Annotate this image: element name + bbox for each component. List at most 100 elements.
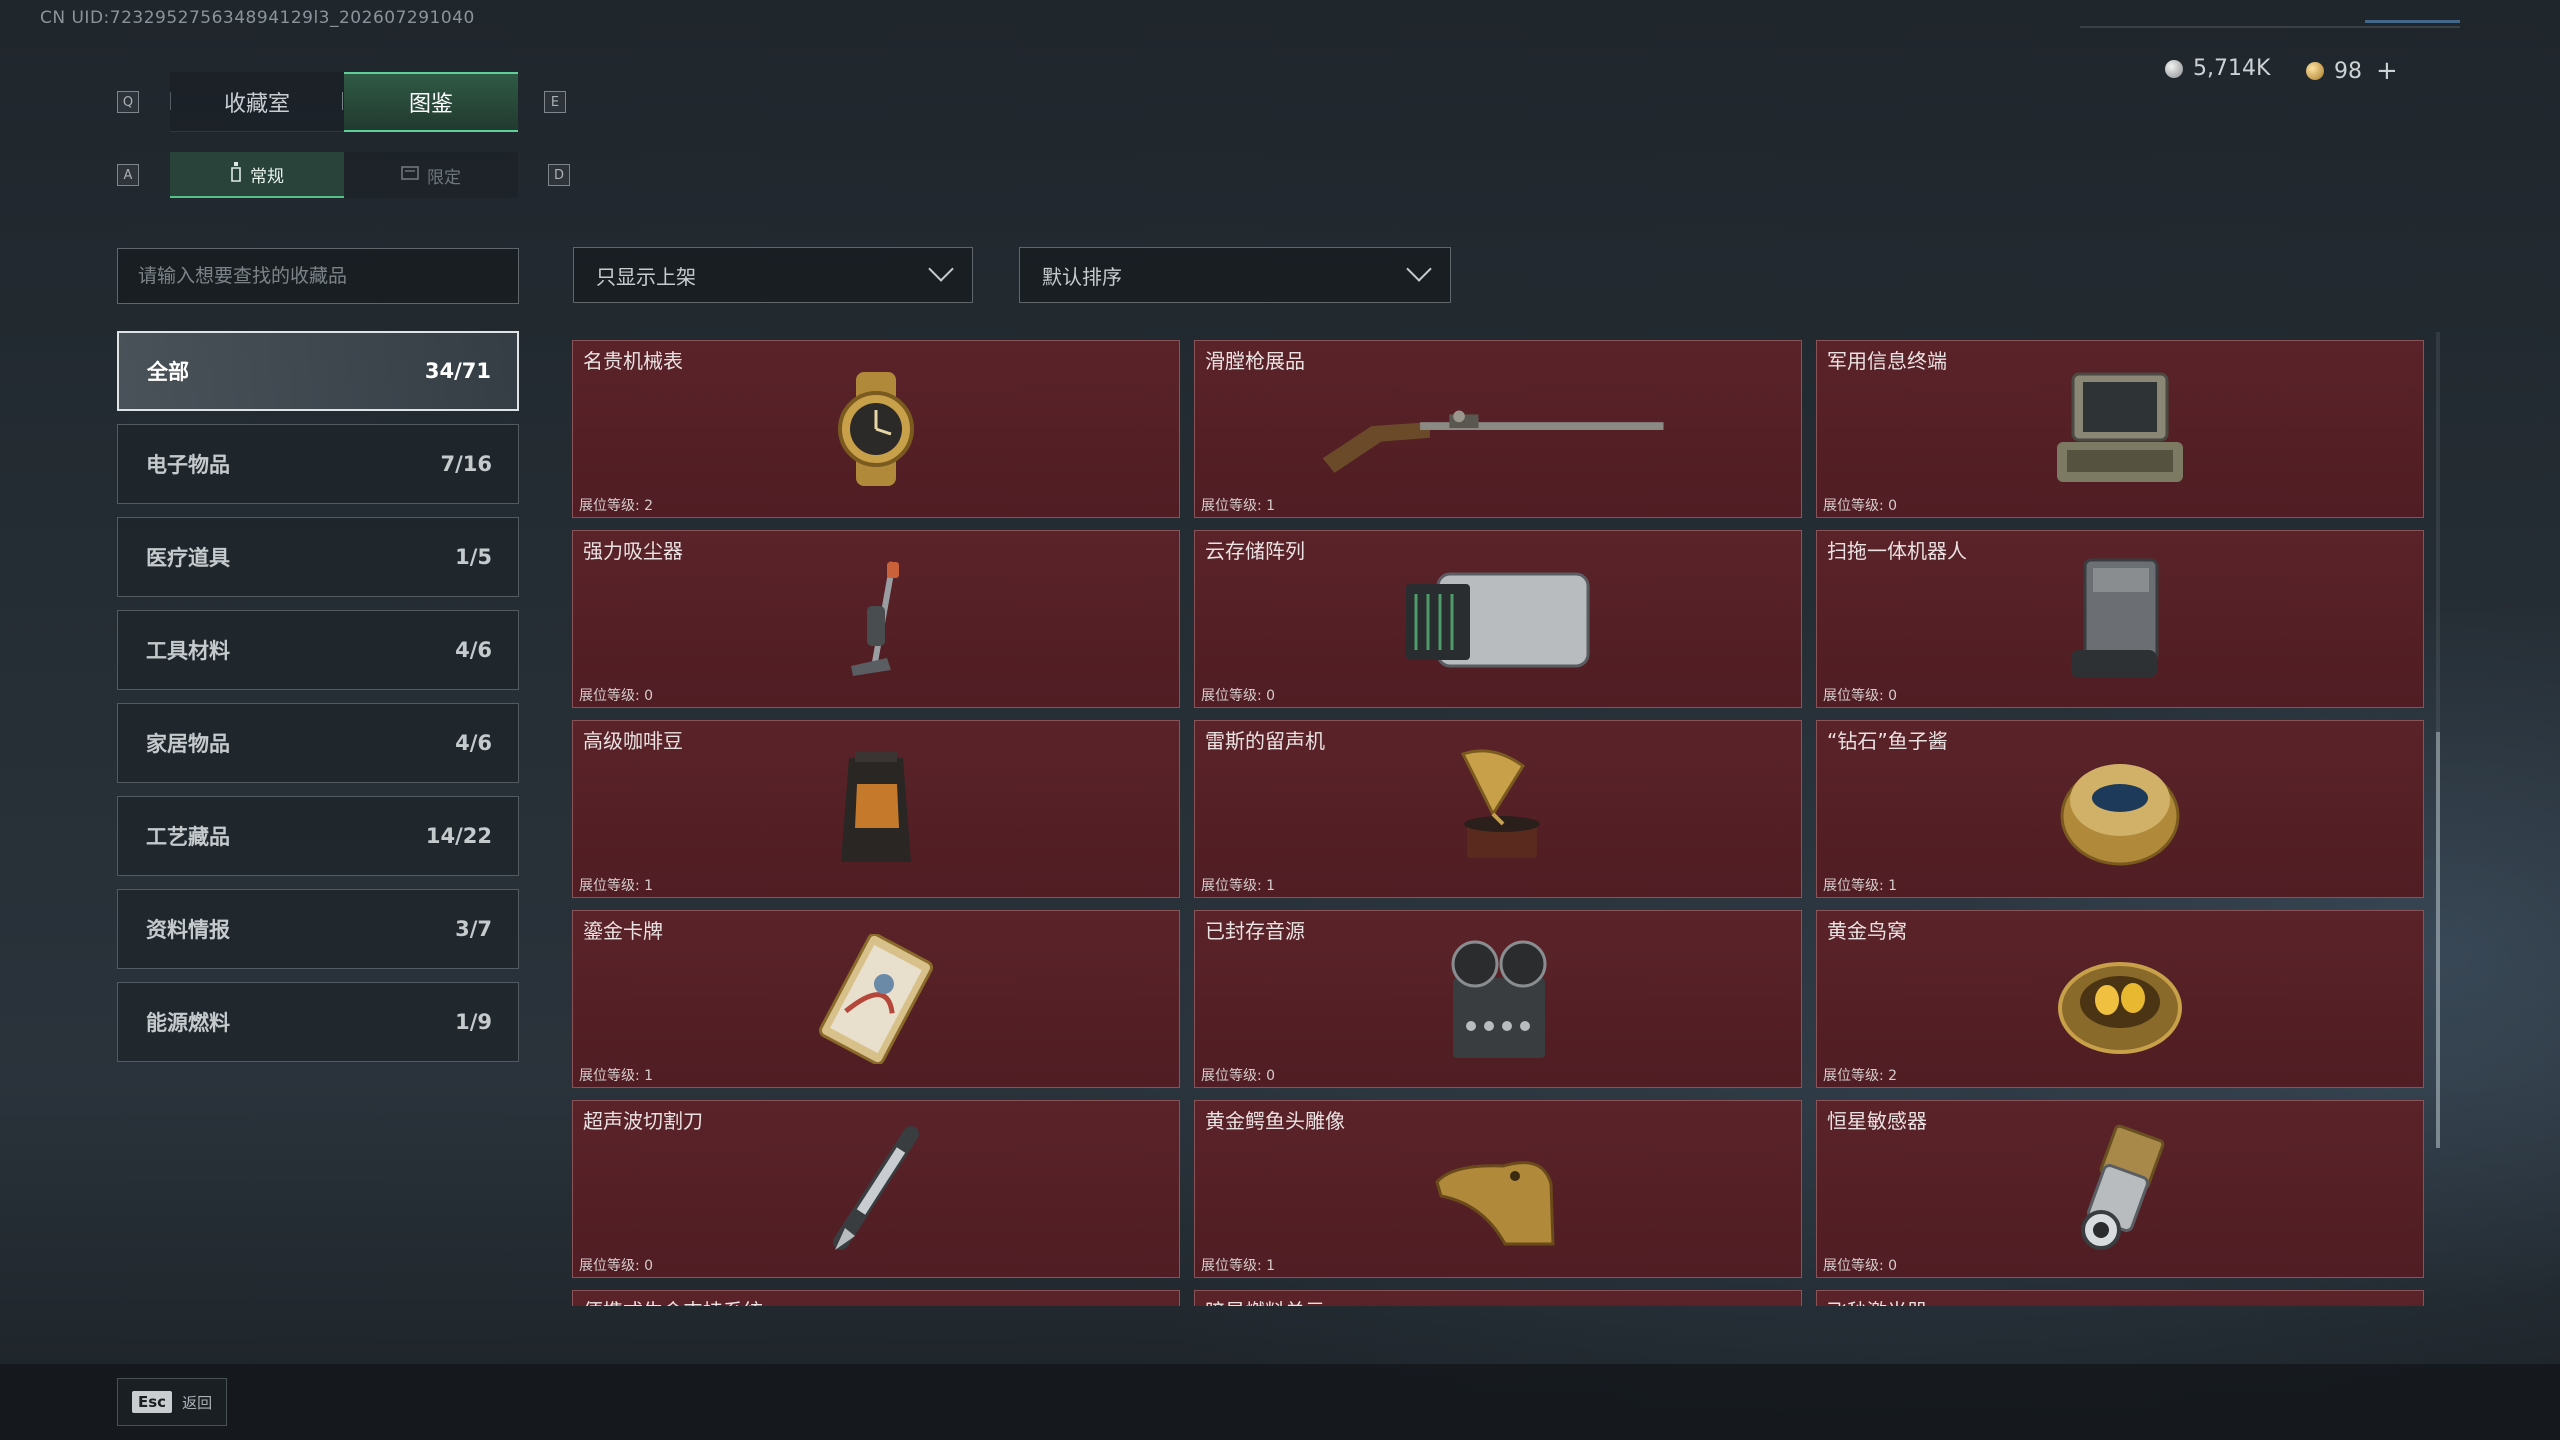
item-level: 展位等级: 0	[1201, 688, 1276, 704]
add-currency-button[interactable]: +	[2376, 56, 2398, 86]
category-intel[interactable]: 资料情报 3/7	[117, 889, 519, 969]
cutter-icon	[796, 1119, 956, 1259]
tab-separator	[342, 92, 343, 110]
item-card[interactable]: 超声波切割刀 展位等级: 0	[572, 1100, 1180, 1278]
subtab-label: 常规	[250, 166, 284, 187]
item-card[interactable]: 名贵机械表 展位等级: 2	[572, 340, 1180, 518]
grid-scrollbar-thumb[interactable]	[2436, 732, 2440, 1148]
back-button[interactable]: Esc 返回	[117, 1378, 227, 1426]
item-name: 黄金鸟窝	[1827, 919, 1907, 943]
bottle-icon	[230, 161, 242, 187]
category-count: 3/7	[455, 917, 492, 941]
item-name: 便携式生命支持系统	[583, 1295, 763, 1306]
item-level: 展位等级: 1	[1201, 878, 1276, 894]
item-card[interactable]: 高级咖啡豆 展位等级: 1	[572, 720, 1180, 898]
reel-recorder-icon	[1418, 929, 1578, 1069]
item-card[interactable]: 已封存音源 展位等级: 0	[1194, 910, 1802, 1088]
item-name: 已封存音源	[1205, 919, 1305, 943]
item-name: 云存储阵列	[1205, 539, 1305, 563]
item-name: 扫拖一体机器人	[1827, 539, 1967, 563]
search-input[interactable]	[117, 248, 519, 304]
item-card[interactable]: 暗星燃料单元	[1194, 1290, 1802, 1306]
category-energy[interactable]: 能源燃料 1/9	[117, 982, 519, 1062]
watch-icon	[796, 359, 956, 499]
item-card[interactable]: 滑膛枪展品 展位等级: 1	[1194, 340, 1802, 518]
category-household[interactable]: 家居物品 4/6	[117, 703, 519, 783]
subtab-limited[interactable]: 限定	[344, 152, 518, 198]
item-card[interactable]: 黄金鸟窝 展位等级: 2	[1816, 910, 2424, 1088]
currency-gold: 98 +	[2306, 56, 2398, 86]
tab-collection-room[interactable]: 收藏室	[170, 72, 344, 132]
category-electronics[interactable]: 电子物品 7/16	[117, 424, 519, 504]
musket-icon	[1308, 359, 1688, 499]
key-hint-e: E	[544, 91, 566, 113]
item-name: 鎏金卡牌	[583, 919, 663, 943]
coffee-bag-icon	[796, 739, 956, 879]
category-count: 7/16	[440, 452, 492, 476]
item-name: 黄金鳄鱼头雕像	[1205, 1109, 1345, 1133]
category-label: 电子物品	[146, 453, 230, 477]
category-label: 资料情报	[146, 918, 230, 942]
gramophone-icon	[1418, 739, 1578, 879]
item-card[interactable]: 强力吸尘器 展位等级: 0	[572, 530, 1180, 708]
robot-dock-icon	[2040, 549, 2200, 689]
key-hint-q: Q	[117, 91, 139, 113]
dropdown-value: 只显示上架	[596, 264, 696, 289]
star-sensor-icon	[2040, 1119, 2200, 1259]
tab-catalog[interactable]: 图鉴	[344, 72, 518, 132]
item-level: 展位等级: 1	[579, 878, 654, 894]
golden-nest-icon	[2040, 929, 2200, 1069]
category-label: 全部	[147, 360, 189, 384]
category-label: 家居物品	[146, 732, 230, 756]
sort-dropdown[interactable]: 默认排序	[1019, 247, 1451, 303]
category-medical[interactable]: 医疗道具 1/5	[117, 517, 519, 597]
item-card[interactable]: 云存储阵列 展位等级: 0	[1194, 530, 1802, 708]
item-name: 恒星敏感器	[1827, 1109, 1927, 1133]
tab-label: 图鉴	[408, 92, 453, 117]
subtab-regular[interactable]: 常规	[170, 152, 344, 198]
uid-label: CN UID:723295275634894129l3_202607291040	[40, 8, 475, 28]
item-level: 展位等级: 0	[579, 1258, 654, 1274]
item-name: 雷斯的留声机	[1205, 729, 1325, 753]
shelf-filter-dropdown[interactable]: 只显示上架	[573, 247, 973, 303]
key-hint-a: A	[117, 164, 139, 186]
item-card[interactable]: “钻石”鱼子酱 展位等级: 1	[1816, 720, 2424, 898]
item-card[interactable]: 军用信息终端 展位等级: 0	[1816, 340, 2424, 518]
item-name: 飞秒激光器	[1827, 1295, 1927, 1306]
category-tools[interactable]: 工具材料 4/6	[117, 610, 519, 690]
dropdown-value: 默认排序	[1042, 264, 1122, 289]
category-crafts[interactable]: 工艺藏品 14/22	[117, 796, 519, 876]
item-level: 展位等级: 2	[1823, 1068, 1898, 1084]
category-label: 医疗道具	[146, 546, 230, 570]
item-card[interactable]: 恒星敏感器 展位等级: 0	[1816, 1100, 2424, 1278]
item-level: 展位等级: 0	[1201, 1068, 1276, 1084]
item-card[interactable]: 飞秒激光器	[1816, 1290, 2424, 1306]
item-card[interactable]: 雷斯的留声机 展位等级: 1	[1194, 720, 1802, 898]
tab-label: 收藏室	[223, 91, 290, 117]
item-level: 展位等级: 0	[1823, 498, 1898, 514]
esc-key-icon: Esc	[132, 1391, 173, 1413]
item-level: 展位等级: 0	[1823, 1258, 1898, 1274]
item-card[interactable]: 鎏金卡牌 展位等级: 1	[572, 910, 1180, 1088]
vacuum-icon	[796, 549, 956, 689]
item-name: 军用信息终端	[1827, 349, 1947, 373]
collection-grid: 名贵机械表 展位等级: 2 滑膛枪展品 展位等级: 1 军用信息终端 展位等级:…	[572, 340, 2424, 1306]
silver-amount: 5,714K	[2193, 56, 2271, 81]
chevron-down-icon	[1406, 256, 1432, 282]
top-accent	[2365, 20, 2460, 23]
item-card[interactable]: 黄金鳄鱼头雕像 展位等级: 1	[1194, 1100, 1802, 1278]
storage-array-icon	[1398, 549, 1598, 689]
back-label: 返回	[182, 1393, 213, 1412]
category-count: 14/22	[425, 824, 492, 848]
top-divider	[2080, 26, 2460, 28]
item-card[interactable]: 扫拖一体机器人 展位等级: 0	[1816, 530, 2424, 708]
gold-amount: 98	[2334, 58, 2362, 84]
item-name: 超声波切割刀	[583, 1109, 703, 1133]
item-level: 展位等级: 1	[579, 1068, 654, 1084]
category-count: 4/6	[455, 731, 492, 755]
item-name: 高级咖啡豆	[583, 729, 683, 753]
subtab-label: 限定	[427, 167, 461, 188]
category-all[interactable]: 全部 34/71	[117, 331, 519, 411]
chevron-down-icon	[928, 256, 954, 282]
item-card[interactable]: 便携式生命支持系统	[572, 1290, 1180, 1306]
